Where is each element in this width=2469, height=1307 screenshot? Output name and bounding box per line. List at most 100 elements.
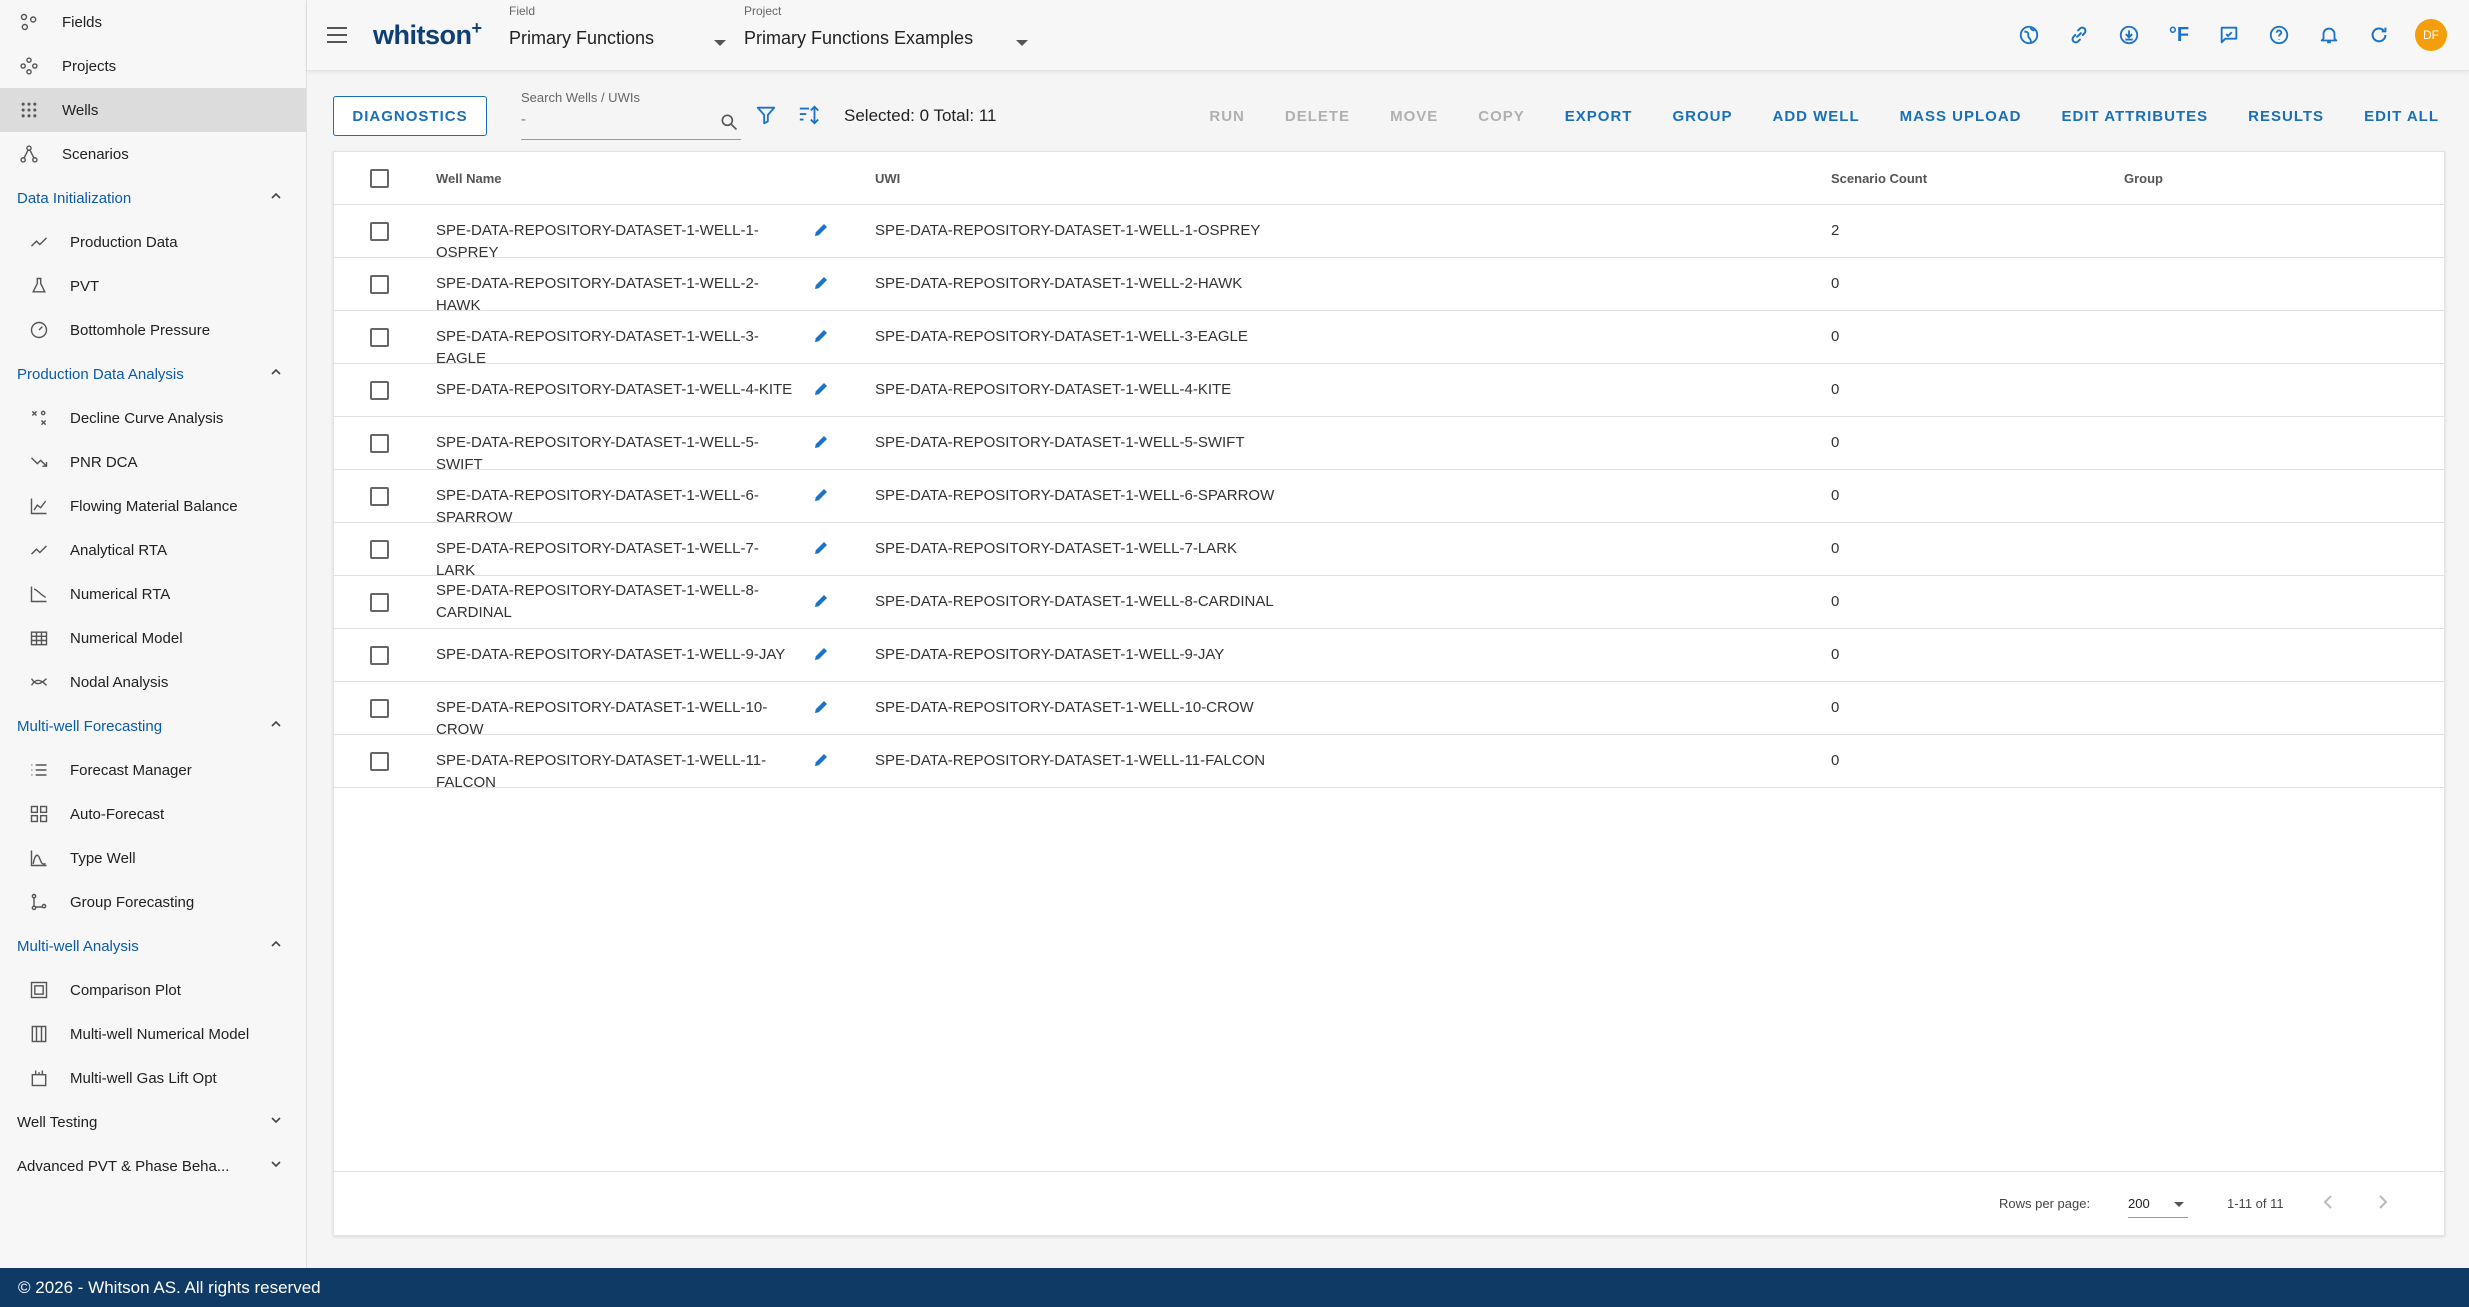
export-button[interactable]: EXPORT: [1545, 108, 1653, 125]
sort-icon[interactable]: [797, 104, 821, 131]
filter-icon[interactable]: [755, 104, 777, 131]
row-checkbox[interactable]: [370, 275, 389, 294]
sidebar-section-header[interactable]: Data Initialization: [0, 176, 306, 220]
sidebar-item-fields[interactable]: Fields: [0, 0, 306, 44]
table-row[interactable]: SPE-DATA-REPOSITORY-DATASET-1-WELL-10-CR…: [334, 682, 2444, 738]
copy-button[interactable]: COPY: [1458, 108, 1545, 125]
sidebar-item-projects[interactable]: Projects: [0, 44, 306, 88]
search-field[interactable]: Search Wells / UWIs: [521, 90, 741, 140]
add-well-button[interactable]: ADD WELL: [1752, 108, 1879, 125]
sidebar-item-numerical-model[interactable]: Numerical Model: [0, 616, 306, 660]
sidebar-item-bottomhole-pressure[interactable]: Bottomhole Pressure: [0, 308, 306, 352]
edit-attributes-button[interactable]: EDIT ATTRIBUTES: [2041, 108, 2228, 125]
refresh-icon[interactable]: [2365, 21, 2393, 49]
fahrenheit-icon[interactable]: °F: [2165, 21, 2193, 49]
row-checkbox[interactable]: [370, 593, 389, 612]
move-button[interactable]: MOVE: [1370, 108, 1458, 125]
row-checkbox[interactable]: [370, 434, 389, 453]
edit-all-button[interactable]: EDIT ALL: [2344, 108, 2445, 125]
sidebar-item-pvt[interactable]: PVT: [0, 264, 306, 308]
edit-pencil-icon[interactable]: [812, 486, 830, 509]
download-icon[interactable]: [2115, 21, 2143, 49]
sidebar-item-scenarios[interactable]: Scenarios: [0, 132, 306, 176]
chevron-up-icon[interactable]: [268, 364, 284, 384]
diagnostics-button[interactable]: DIAGNOSTICS: [333, 96, 487, 136]
sidebar-item-analytical-rta[interactable]: Analytical RTA: [0, 528, 306, 572]
table-row[interactable]: SPE-DATA-REPOSITORY-DATASET-1-WELL-11-FA…: [334, 735, 2444, 791]
column-header-well-name[interactable]: Well Name: [436, 171, 502, 186]
row-checkbox[interactable]: [370, 699, 389, 718]
row-checkbox[interactable]: [370, 222, 389, 241]
table-row[interactable]: SPE-DATA-REPOSITORY-DATASET-1-WELL-4-KIT…: [334, 364, 2444, 417]
globe-icon[interactable]: [2015, 21, 2043, 49]
sidebar-item-group-forecasting[interactable]: Group Forecasting: [0, 880, 306, 924]
row-checkbox[interactable]: [370, 540, 389, 559]
previous-page-icon[interactable]: [2316, 1190, 2340, 1219]
link-icon[interactable]: [2065, 21, 2093, 49]
row-checkbox[interactable]: [370, 381, 389, 400]
search-icon[interactable]: [719, 112, 739, 137]
sidebar-item-pnr-dca[interactable]: PNR DCA: [0, 440, 306, 484]
avatar[interactable]: DF: [2415, 19, 2447, 51]
mass-upload-button[interactable]: MASS UPLOAD: [1880, 108, 2042, 125]
sidebar-item-comparison-plot[interactable]: Comparison Plot: [0, 968, 306, 1012]
sidebar-item-nodal-analysis[interactable]: Nodal Analysis: [0, 660, 306, 704]
edit-pencil-icon[interactable]: [812, 645, 830, 668]
feedback-icon[interactable]: [2215, 21, 2243, 49]
project-selector[interactable]: Project Primary Functions Examples: [744, 4, 1034, 66]
chevron-up-icon[interactable]: [268, 188, 284, 208]
edit-pencil-icon[interactable]: [812, 274, 830, 297]
column-header-group[interactable]: Group: [2124, 171, 2163, 186]
sidebar-section-header[interactable]: Advanced PVT & Phase Beha...: [0, 1144, 306, 1188]
menu-icon[interactable]: [327, 22, 355, 48]
sidebar-item-auto-forecast[interactable]: Auto-Forecast: [0, 792, 306, 836]
search-input[interactable]: [521, 111, 701, 128]
sidebar-item-multi-well-gas-lift-opt[interactable]: Multi-well Gas Lift Opt: [0, 1056, 306, 1100]
edit-pencil-icon[interactable]: [812, 751, 830, 774]
chevron-down-icon[interactable]: [268, 1112, 284, 1132]
next-page-icon[interactable]: [2371, 1190, 2395, 1219]
sidebar-section-header[interactable]: Multi-well Forecasting: [0, 704, 306, 748]
sidebar-item-wells[interactable]: Wells: [0, 88, 306, 132]
table-row[interactable]: SPE-DATA-REPOSITORY-DATASET-1-WELL-8-CAR…: [334, 576, 2444, 629]
table-row[interactable]: SPE-DATA-REPOSITORY-DATASET-1-WELL-9-JAY…: [334, 629, 2444, 682]
table-row[interactable]: SPE-DATA-REPOSITORY-DATASET-1-WELL-3-EAG…: [334, 311, 2444, 367]
column-header-scenario-count[interactable]: Scenario Count: [1831, 171, 1927, 186]
table-row[interactable]: SPE-DATA-REPOSITORY-DATASET-1-WELL-7-LAR…: [334, 523, 2444, 579]
sidebar-section-header[interactable]: Multi-well Analysis: [0, 924, 306, 968]
sidebar-item-numerical-rta[interactable]: Numerical RTA: [0, 572, 306, 616]
sidebar-item-decline-curve-analysis[interactable]: Decline Curve Analysis: [0, 396, 306, 440]
table-row[interactable]: SPE-DATA-REPOSITORY-DATASET-1-WELL-5-SWI…: [334, 417, 2444, 473]
chevron-up-icon[interactable]: [268, 936, 284, 956]
row-checkbox[interactable]: [370, 328, 389, 347]
run-button[interactable]: RUN: [1189, 108, 1265, 125]
table-row[interactable]: SPE-DATA-REPOSITORY-DATASET-1-WELL-2-HAW…: [334, 258, 2444, 314]
table-row[interactable]: SPE-DATA-REPOSITORY-DATASET-1-WELL-1-OSP…: [334, 205, 2444, 261]
table-row[interactable]: SPE-DATA-REPOSITORY-DATASET-1-WELL-6-SPA…: [334, 470, 2444, 526]
edit-pencil-icon[interactable]: [812, 380, 830, 403]
chevron-down-icon[interactable]: [268, 1156, 284, 1176]
row-checkbox[interactable]: [370, 646, 389, 665]
help-icon[interactable]: [2265, 21, 2293, 49]
edit-pencil-icon[interactable]: [812, 698, 830, 721]
sidebar-item-flowing-material-balance[interactable]: Flowing Material Balance: [0, 484, 306, 528]
sidebar-item-production-data[interactable]: Production Data: [0, 220, 306, 264]
sidebar-section-header[interactable]: Well Testing: [0, 1100, 306, 1144]
edit-pencil-icon[interactable]: [812, 433, 830, 456]
edit-pencil-icon[interactable]: [812, 221, 830, 244]
bell-icon[interactable]: [2315, 21, 2343, 49]
chevron-up-icon[interactable]: [268, 716, 284, 736]
row-checkbox[interactable]: [370, 752, 389, 771]
group-button[interactable]: GROUP: [1652, 108, 1752, 125]
field-selector[interactable]: Field Primary Functions: [509, 4, 729, 66]
select-all-checkbox[interactable]: [370, 169, 389, 188]
edit-pencil-icon[interactable]: [812, 539, 830, 562]
delete-button[interactable]: DELETE: [1265, 108, 1370, 125]
results-button[interactable]: RESULTS: [2228, 108, 2344, 125]
row-checkbox[interactable]: [370, 487, 389, 506]
edit-pencil-icon[interactable]: [812, 327, 830, 350]
sidebar-item-forecast-manager[interactable]: Forecast Manager: [0, 748, 306, 792]
sidebar-item-type-well[interactable]: Type Well: [0, 836, 306, 880]
sidebar-item-multi-well-numerical-model[interactable]: Multi-well Numerical Model: [0, 1012, 306, 1056]
column-header-uwi[interactable]: UWI: [875, 171, 900, 186]
